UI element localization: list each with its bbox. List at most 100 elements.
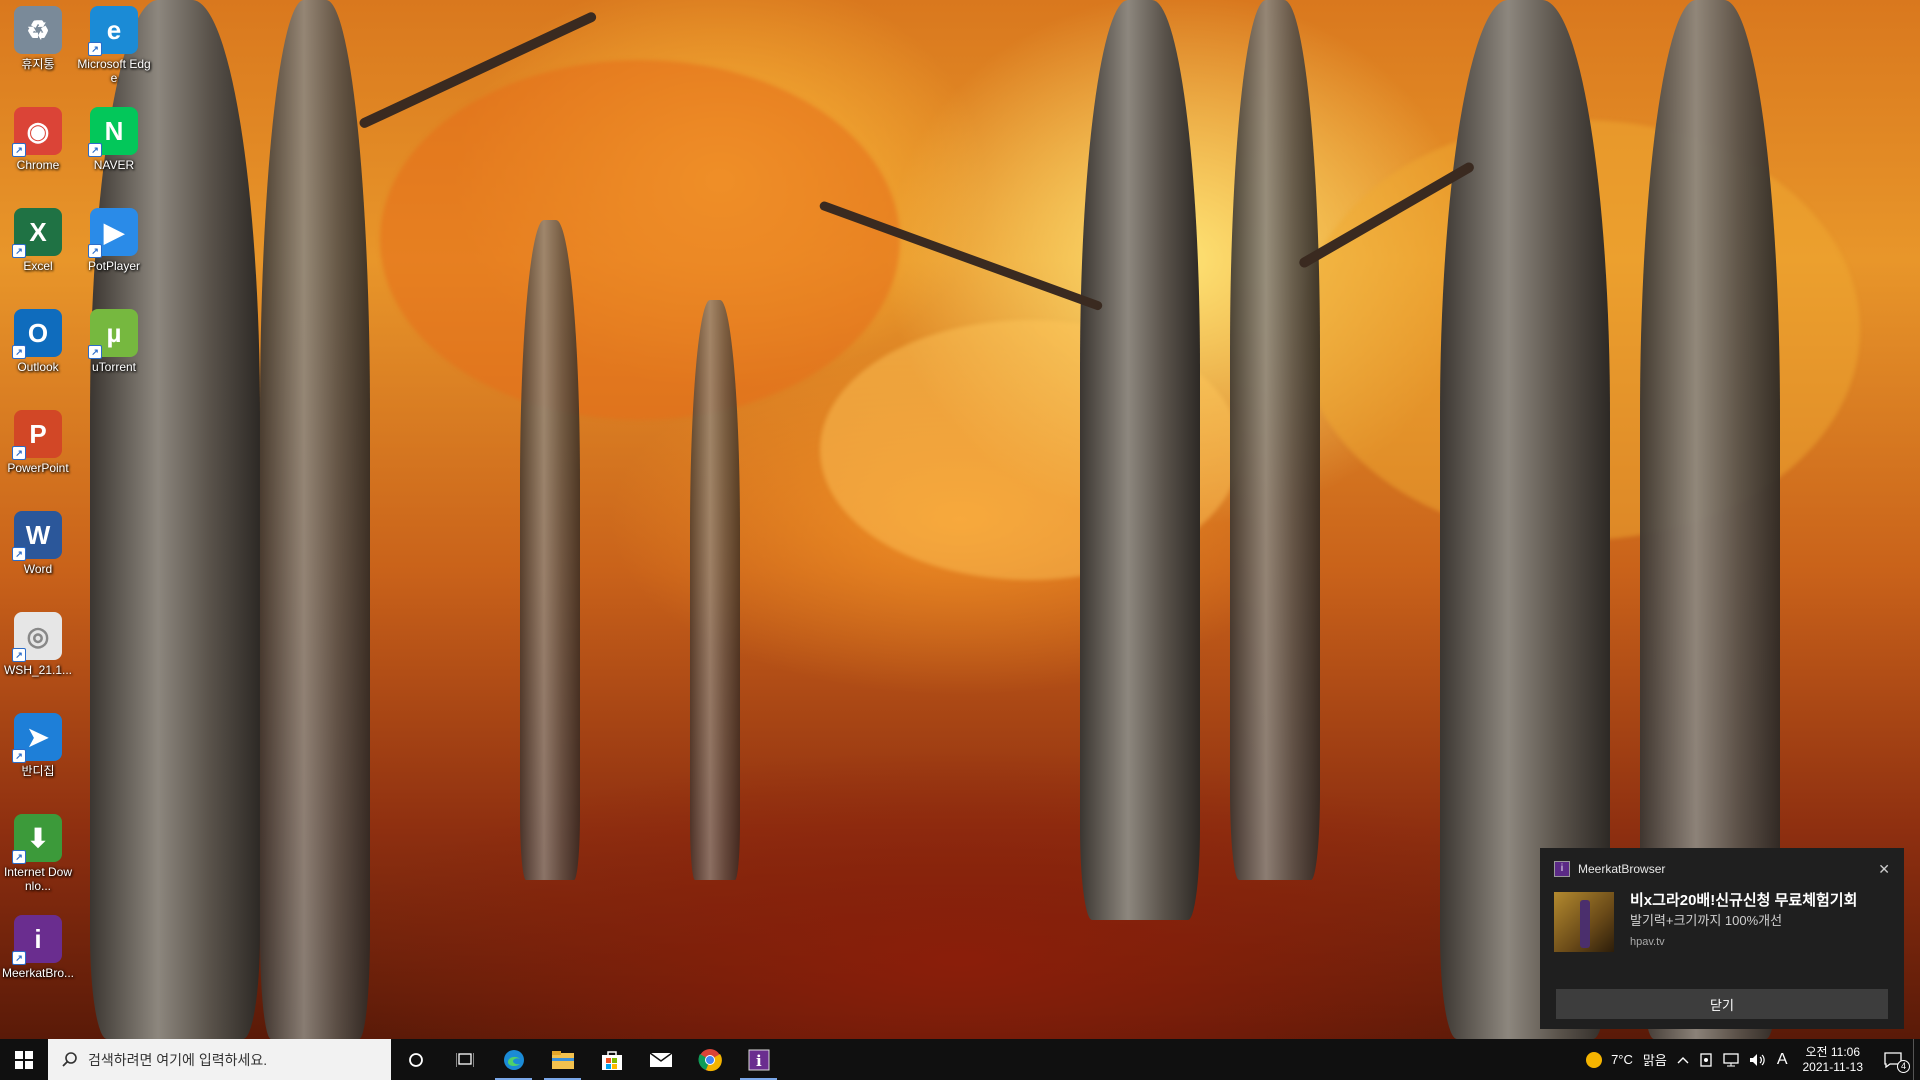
network-button[interactable] <box>1718 1039 1744 1080</box>
desktop-icon[interactable]: ♻ 휴지통 <box>1 6 75 71</box>
store-icon <box>601 1050 622 1070</box>
show-hidden-icons-button[interactable] <box>1672 1039 1694 1080</box>
toast-subtitle: 발기력+크기까지 100%개선 <box>1630 913 1783 928</box>
desktop-icon[interactable]: O ↗ Outlook <box>1 309 75 374</box>
desktop-icon-label: PotPlayer <box>87 259 141 273</box>
shortcut-arrow-icon: ↗ <box>12 850 26 864</box>
desktop-icon-label: MeerkatBro... <box>1 966 75 980</box>
chrome-icon: ◉ ↗ <box>12 107 62 157</box>
shortcut-arrow-icon: ↗ <box>12 547 26 561</box>
internet-download-manager-icon: ⬇ ↗ <box>12 814 62 864</box>
taskbar-search-box[interactable]: 검색하려면 여기에 입력하세요. <box>48 1039 391 1080</box>
dismiss-button[interactable]: 닫기 <box>1556 989 1888 1019</box>
shortcut-arrow-icon: ↗ <box>12 244 26 258</box>
shortcut-arrow-icon: ↗ <box>88 143 102 157</box>
input-method-indicator[interactable]: A <box>1772 1039 1793 1080</box>
desktop-icon-label: uTorrent <box>91 360 137 374</box>
desktop-icon-label: Internet Downlo... <box>3 865 73 893</box>
desktop-icon-label: Excel <box>23 259 53 273</box>
desktop-icon[interactable]: ◎ ↗ WSH_21.1... <box>1 612 75 677</box>
system-tray: 7°C 맑음 A 오전 11:06 2021-11-13 4 <box>1580 1039 1920 1080</box>
taskbar: 검색하려면 여기에 입력하세요. i 7°C 맑음 A 오전 11:06 202… <box>0 1039 1920 1080</box>
tray-app-icon <box>1700 1052 1712 1067</box>
foliage <box>380 60 900 420</box>
toast-source: hpav.tv <box>1630 936 1665 948</box>
excel-icon: X ↗ <box>12 208 62 258</box>
weather-desc: 맑음 <box>1642 1053 1667 1068</box>
notification-count-badge: 4 <box>1897 1060 1910 1073</box>
desktop-icon[interactable]: ▶ ↗ PotPlayer <box>77 208 151 273</box>
meerkat-browser-icon: i ↗ <box>12 915 62 965</box>
mail-icon <box>649 1051 672 1067</box>
tree-trunk <box>1080 0 1200 920</box>
potplayer-icon: ▶ ↗ <box>88 208 138 258</box>
desktop-icon[interactable]: ◉ ↗ Chrome <box>1 107 75 172</box>
desktop-icon[interactable]: µ ↗ uTorrent <box>77 309 151 374</box>
clock-time: 오전 11:06 <box>1805 1044 1861 1059</box>
search-icon <box>62 1051 77 1067</box>
desktop-icon-label: WSH_21.1... <box>3 663 73 677</box>
clock[interactable]: 오전 11:06 2021-11-13 <box>1793 1039 1874 1080</box>
bandizip-icon: ➤ ↗ <box>12 713 62 763</box>
taskbar-store[interactable] <box>587 1039 636 1080</box>
ad-thumbnail-image <box>1554 892 1614 952</box>
start-button[interactable] <box>0 1039 48 1080</box>
search-placeholder: 검색하려면 여기에 입력하세요. <box>88 1051 268 1068</box>
task-view-button[interactable] <box>440 1039 489 1080</box>
task-view-icon <box>455 1052 474 1067</box>
desktop-icon-label: 휴지통 <box>21 57 55 71</box>
desktop-icon-label: Microsoft Edge <box>77 57 151 85</box>
document-icon: ◎ ↗ <box>12 612 62 662</box>
desktop-icon-label: Chrome <box>16 158 60 172</box>
shortcut-arrow-icon: ↗ <box>12 648 26 662</box>
tree-trunk <box>1230 0 1320 880</box>
network-icon <box>1723 1052 1739 1066</box>
taskbar-chrome[interactable] <box>685 1039 734 1080</box>
recycle-bin-icon: ♻ <box>14 6 62 54</box>
toast-text: 비x그라20배!신규신청 무료체험기회 발기력+크기까지 100%개선 hpav… <box>1630 892 1857 952</box>
cortana-circle-icon <box>408 1052 423 1067</box>
powerpoint-icon: P ↗ <box>12 410 62 460</box>
edge-icon <box>503 1049 524 1070</box>
desktop-icon[interactable]: P ↗ PowerPoint <box>1 410 75 475</box>
close-icon[interactable]: ✕ <box>1878 861 1890 878</box>
toast-body[interactable]: 비x그라20배!신규신청 무료체험기회 발기력+크기까지 100%개선 hpav… <box>1554 892 1890 952</box>
taskbar-file-explorer[interactable] <box>538 1039 587 1080</box>
desktop-icon[interactable]: i ↗ MeerkatBro... <box>1 915 75 980</box>
desktop-icon-label: PowerPoint <box>7 461 69 475</box>
tree-trunk <box>260 0 370 1039</box>
toast-title: 비x그라20배!신규신청 무료체험기회 <box>1630 892 1858 909</box>
tree-trunk <box>520 220 580 880</box>
svg-text:i: i <box>756 1052 762 1070</box>
desktop-icon-label: Outlook <box>17 360 59 374</box>
shortcut-arrow-icon: ↗ <box>12 749 26 763</box>
taskbar-meerkat-browser[interactable]: i <box>734 1039 783 1080</box>
desktop-icon[interactable]: ➤ ↗ 반디집 <box>1 713 75 778</box>
shortcut-arrow-icon: ↗ <box>88 244 102 258</box>
desktop-icon[interactable]: N ↗ NAVER <box>77 107 151 172</box>
outlook-icon: O ↗ <box>12 309 62 359</box>
tray-app-button[interactable] <box>1694 1039 1718 1080</box>
desktop-icon-label: NAVER <box>93 158 135 172</box>
taskbar-edge[interactable] <box>489 1039 538 1080</box>
weather-widget[interactable]: 7°C 맑음 <box>1580 1039 1672 1080</box>
cortana-button[interactable] <box>391 1039 440 1080</box>
show-desktop-button[interactable] <box>1913 1039 1920 1080</box>
shortcut-arrow-icon: ↗ <box>12 345 26 359</box>
desktop-icon[interactable]: X ↗ Excel <box>1 208 75 273</box>
shortcut-arrow-icon: ↗ <box>88 345 102 359</box>
taskbar-mail[interactable] <box>636 1039 685 1080</box>
desktop-icon[interactable]: e ↗ Microsoft Edge <box>77 6 151 85</box>
utorrent-icon: µ ↗ <box>88 309 138 359</box>
file-explorer-icon <box>551 1050 574 1069</box>
meerkat-browser-icon: i <box>1554 861 1570 877</box>
action-center-button[interactable]: 4 <box>1873 1039 1913 1080</box>
edge-icon: e ↗ <box>88 6 138 56</box>
chevron-up-icon <box>1677 1056 1689 1063</box>
volume-button[interactable] <box>1744 1039 1772 1080</box>
naver-icon: N ↗ <box>88 107 138 157</box>
sun-icon <box>1586 1051 1603 1068</box>
notification-toast[interactable]: i MeerkatBrowser ✕ 비x그라20배!신규신청 무료체험기회 발… <box>1540 848 1904 1029</box>
desktop-icon[interactable]: ⬇ ↗ Internet Downlo... <box>1 814 75 893</box>
desktop-icon[interactable]: W ↗ Word <box>1 511 75 576</box>
